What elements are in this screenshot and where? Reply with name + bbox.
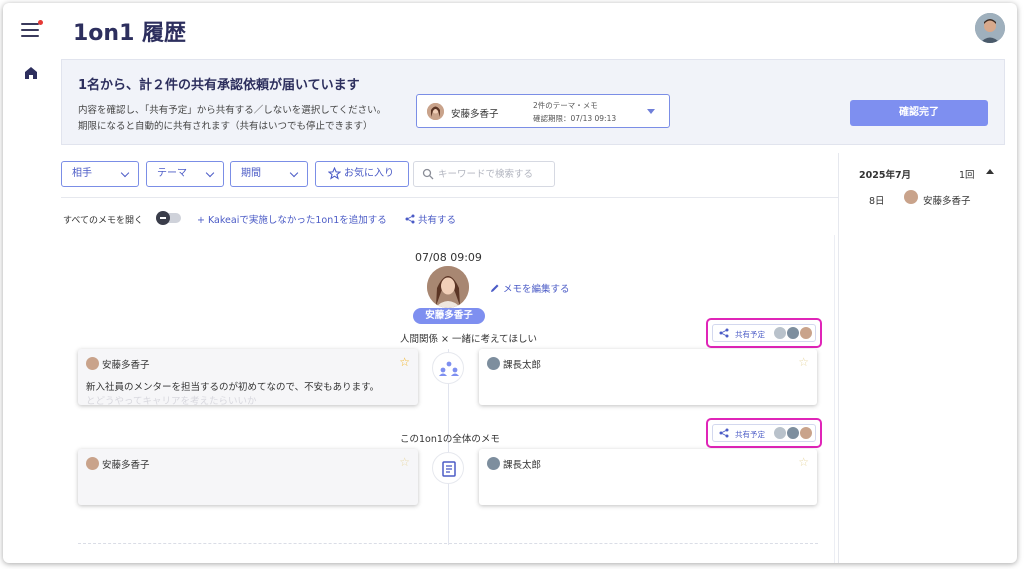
- history-partner-name[interactable]: 安藤多香子: [923, 193, 971, 207]
- memo-author-name: 課長太郎: [503, 460, 542, 471]
- history-count: 1回: [959, 170, 975, 181]
- request-deadline: 確認期限：07/13 09:13: [533, 114, 617, 123]
- edit-memo-label: メモを編集する: [503, 284, 570, 295]
- approval-request-select[interactable]: 安藤多香子 2件のテーマ・メモ 確認期限：07/13 09:13: [416, 94, 670, 128]
- user-avatar[interactable]: [975, 13, 1005, 43]
- meeting-datetime: 07/08 09:09: [415, 251, 482, 264]
- dashed-divider: [78, 543, 818, 544]
- partner-photo: [427, 266, 469, 308]
- keyword-search[interactable]: [413, 161, 555, 187]
- avatar: [487, 457, 500, 470]
- section-title: この1on1の全体のメモ: [400, 434, 500, 445]
- left-rail: [3, 3, 59, 563]
- share-scheduled-label: 共有予定: [735, 330, 765, 339]
- menu-icon[interactable]: [21, 20, 43, 37]
- favorites-filter[interactable]: お気に入り: [315, 161, 409, 187]
- period-filter[interactable]: 期間: [230, 161, 308, 187]
- caret-up-icon[interactable]: [986, 169, 994, 174]
- share-scheduled-chip[interactable]: 共有予定: [706, 318, 822, 348]
- chevron-down-icon: [205, 168, 215, 178]
- panel-divider: [838, 153, 839, 563]
- partner-memo-card[interactable]: 安藤多香子 ☆ 新入社員のメンターを担当するのが初めてなので、不安もあります。 …: [78, 349, 418, 407]
- edit-memo-button[interactable]: メモを編集する: [490, 281, 570, 295]
- memo-author-name: 課長太郎: [503, 360, 542, 371]
- avatar: [773, 426, 787, 440]
- search-icon: [422, 168, 434, 180]
- avatar: [427, 103, 444, 120]
- chevron-down-icon: [289, 168, 299, 178]
- pencil-icon: [491, 284, 499, 292]
- share-scheduled-inner: 共有予定: [712, 424, 816, 442]
- open-all-memos-label: すべてのメモを開く: [63, 216, 144, 226]
- history-day[interactable]: 8日: [869, 193, 885, 207]
- request-topic-count: 2件のテーマ・メモ: [533, 101, 598, 110]
- avatar: [487, 357, 500, 370]
- toggle-knob: [156, 211, 170, 225]
- partner-name-badge: 安藤多香子: [413, 308, 485, 324]
- avatar: [773, 326, 787, 340]
- confirm-complete-button[interactable]: 確認完了: [850, 100, 988, 126]
- page-title: 1on1 履歴: [73, 21, 187, 46]
- manager-memo-card[interactable]: 課長太郎 ☆: [479, 449, 817, 505]
- partner-filter-label: 相手: [72, 168, 92, 179]
- share-approval-banner: 1名から、計２件の共有承認依頼が届いています 内容を確認し、「共有予定」から共有…: [61, 59, 1005, 145]
- scrollbar-track[interactable]: [834, 235, 835, 563]
- memo-text-faded: とどうやってキャリアを考えたらいいか: [86, 396, 257, 407]
- add-external-1on1-label: Kakeaiで実施しなかった1on1を追加する: [207, 215, 387, 226]
- banner-description-note: 期限になると自動的に共有されます（共有はいつでも停止できます）: [78, 121, 373, 132]
- share-label: 共有する: [418, 215, 457, 226]
- relationship-theme-icon: [432, 352, 464, 384]
- notification-dot-icon: [38, 20, 43, 25]
- favorites-filter-label: お気に入り: [344, 168, 394, 179]
- avatar: [799, 326, 813, 340]
- star-icon[interactable]: ☆: [399, 455, 410, 469]
- share-scheduled-chip[interactable]: 共有予定: [706, 418, 822, 448]
- partner-filter[interactable]: 相手: [61, 161, 139, 187]
- memo-document-icon: [432, 452, 464, 484]
- search-input[interactable]: [438, 166, 550, 182]
- memo-author-name: 安藤多香子: [102, 460, 150, 471]
- add-external-1on1-link[interactable]: + Kakeaiで実施しなかった1on1を追加する: [197, 212, 387, 226]
- avatar: [786, 326, 800, 340]
- memo-text: 新入社員のメンターを担当するのが初めてなので、不安もあります。: [86, 382, 380, 393]
- partner-memo-card[interactable]: 安藤多香子 ☆: [78, 449, 418, 505]
- banner-title: 1名から、計２件の共有承認依頼が届いています: [78, 78, 360, 93]
- banner-description: 内容を確認し、「共有予定」から共有する／しないを選択してください。: [78, 105, 387, 116]
- share-scheduled-inner: 共有予定: [712, 324, 816, 342]
- star-icon[interactable]: ☆: [798, 455, 809, 469]
- share-icon: [719, 428, 729, 438]
- theme-filter[interactable]: テーマ: [146, 161, 224, 187]
- avatar: [904, 190, 918, 204]
- star-outline-icon: [328, 167, 341, 180]
- period-filter-label: 期間: [241, 168, 261, 179]
- section-title: 人間関係 × 一緒に考えてほしい: [400, 334, 538, 345]
- star-icon[interactable]: ☆: [798, 355, 809, 369]
- avatar: [799, 426, 813, 440]
- share-link[interactable]: 共有する: [405, 212, 456, 226]
- avatar: [86, 457, 99, 470]
- share-icon: [719, 328, 729, 338]
- history-month: 2025年7月: [859, 170, 912, 181]
- manager-memo-card[interactable]: 課長太郎 ☆: [479, 349, 817, 405]
- avatar: [786, 426, 800, 440]
- share-icon: [405, 214, 415, 224]
- caret-down-icon: [647, 109, 655, 114]
- app-frame: 1on1 履歴 1名から、計２件の共有承認依頼が届いています 内容を確認し、「共…: [3, 3, 1017, 563]
- request-sender-name: 安藤多香子: [451, 109, 499, 120]
- plus-icon: +: [197, 215, 208, 226]
- open-all-memos-toggle[interactable]: [156, 211, 181, 225]
- share-scheduled-label: 共有予定: [735, 430, 765, 439]
- memo-author-name: 安藤多香子: [102, 360, 150, 371]
- theme-filter-label: テーマ: [157, 168, 187, 179]
- chevron-down-icon: [120, 168, 130, 178]
- avatar: [86, 357, 99, 370]
- star-icon[interactable]: ☆: [399, 355, 410, 369]
- home-icon[interactable]: [23, 65, 39, 81]
- divider: [61, 197, 838, 198]
